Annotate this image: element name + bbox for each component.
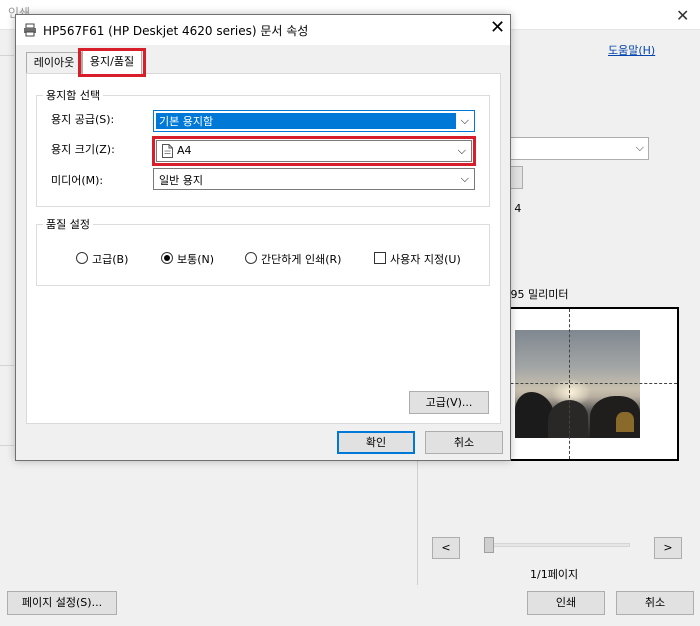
document-properties-dialog: HP567F61 (HP Deskjet 4620 series) 문서 속성 … <box>15 14 511 461</box>
ok-button[interactable]: 확인 <box>337 431 415 454</box>
tab-highlight-box <box>78 48 146 77</box>
printer-icon <box>24 23 36 37</box>
custom-quality-label[interactable]: 사용자 지정(U) <box>390 251 461 267</box>
preview-photo-rock <box>548 400 588 438</box>
quality-best-radio[interactable] <box>76 252 88 264</box>
quality-best-label[interactable]: 고급(B) <box>92 251 128 267</box>
print-button[interactable]: 인쇄 <box>527 591 605 615</box>
paper-source-label: 용지 공급(S): <box>51 113 115 126</box>
prev-page-button[interactable]: < <box>432 537 460 559</box>
paper-size-label: 용지 크기(Z): <box>51 143 115 156</box>
dialog-title: HP567F61 (HP Deskjet 4620 series) 문서 속성 <box>43 24 309 38</box>
quality-draft-radio[interactable] <box>245 252 257 264</box>
left-divider <box>0 445 14 446</box>
page-setup-button[interactable]: 페이지 설정(S)... <box>7 591 117 615</box>
print-window-close-icon[interactable]: ✕ <box>676 6 689 25</box>
quality-draft-label[interactable]: 간단하게 인쇄(R) <box>261 251 341 267</box>
quality-normal-label[interactable]: 보통(N) <box>177 251 214 267</box>
chevron-down-icon: ⌵ <box>635 141 644 154</box>
paper-size-highlight-box <box>152 136 476 166</box>
dialog-close-icon[interactable]: ✕ <box>490 19 505 37</box>
media-label: 미디어(M): <box>51 174 104 187</box>
help-link[interactable]: 도움말(H) <box>608 42 655 58</box>
next-page-button[interactable]: > <box>654 537 682 559</box>
tab-layout[interactable]: 레이아웃 <box>26 52 82 74</box>
page-slider-track[interactable] <box>484 543 630 547</box>
preview-guide-vertical <box>569 309 570 459</box>
custom-quality-checkbox[interactable] <box>374 252 386 264</box>
page-slider-thumb[interactable] <box>484 537 494 553</box>
left-divider <box>0 365 14 366</box>
dialog-cancel-button[interactable]: 취소 <box>425 431 503 454</box>
preview-photo-tent <box>616 412 634 432</box>
media-value: 일반 용지 <box>159 174 203 187</box>
print-window-combobox[interactable]: ⌵ <box>505 137 649 160</box>
page-count: 1/1페이지 <box>530 568 579 581</box>
paper-source-dropdown[interactable]: 기본 용지함 ⌵ <box>153 110 475 132</box>
media-dropdown[interactable]: 일반 용지 ⌵ <box>153 168 475 190</box>
chevron-down-icon: ⌵ <box>460 114 469 127</box>
advanced-button[interactable]: 고급(V)... <box>409 391 489 414</box>
quality-settings-legend: 품질 설정 <box>43 216 93 232</box>
tray-selection-legend: 용지함 선택 <box>43 87 104 103</box>
quality-normal-radio[interactable] <box>161 252 173 264</box>
chevron-down-icon: ⌵ <box>460 172 469 185</box>
print-window-cancel-button[interactable]: 취소 <box>616 591 694 615</box>
paper-source-value: 기본 용지함 <box>159 115 214 128</box>
left-divider <box>0 55 14 56</box>
